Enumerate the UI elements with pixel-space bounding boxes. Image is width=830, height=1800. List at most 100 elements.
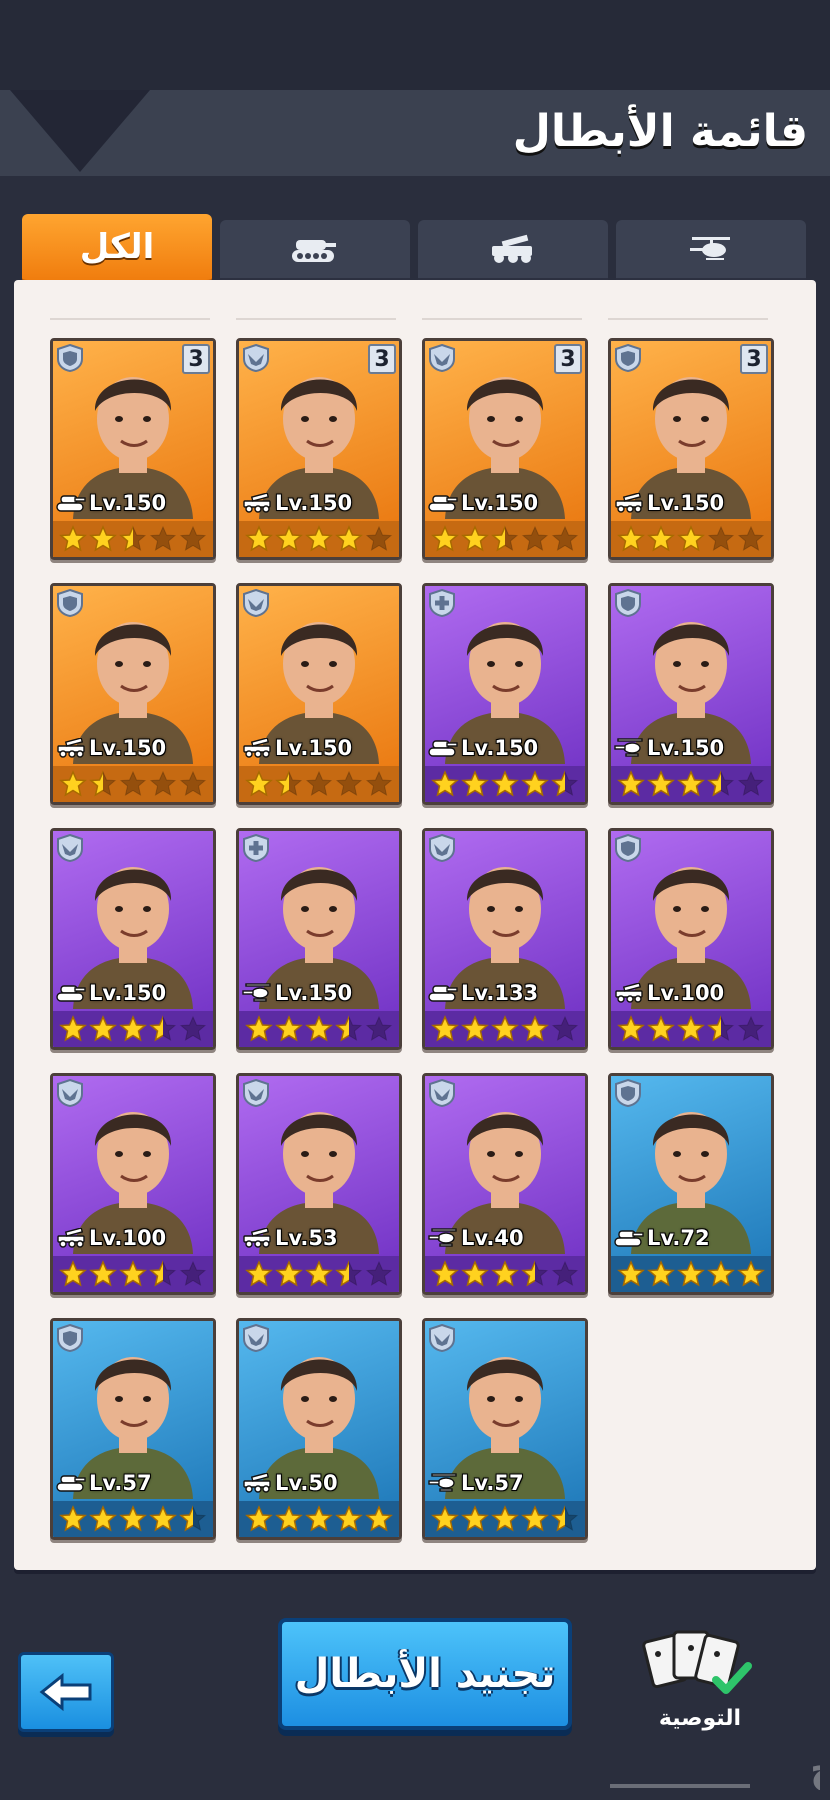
wings-icon [243,1324,269,1352]
tab-all-label: الكل [79,227,155,267]
hero-card[interactable]: Lv.150 [608,583,774,805]
hero-star-rating [53,766,213,802]
star-half-icon [521,1260,549,1287]
hero-level-row: Lv.57 [428,1469,524,1497]
star-full-icon [245,1505,273,1532]
tab-tank[interactable] [220,220,410,282]
hero-card[interactable]: 3 Lv.150 [608,338,774,560]
star-half-icon [551,770,579,797]
star-full-icon [521,1015,549,1042]
hero-level-row: Lv.150 [242,979,352,1007]
star-full-icon [647,770,675,797]
wings-icon [57,834,83,862]
star-full-icon [275,1505,303,1532]
hero-level: Lv.150 [89,981,167,1005]
star-empty-icon [737,770,765,797]
wings-icon [243,1079,269,1107]
hero-level: Lv.150 [89,491,167,515]
watermark-logo: حراج [610,1746,820,1790]
recruit-heroes-button[interactable]: تجنيد الأبطال [278,1618,572,1730]
hero-card[interactable]: Lv.133 [422,828,588,1050]
hero-star-rating [239,1256,399,1292]
helicopter-icon [242,983,271,1002]
star-full-icon [275,1260,303,1287]
back-button[interactable] [18,1652,114,1732]
hero-star-rating [425,1256,585,1292]
hero-card[interactable]: Lv.100 [608,828,774,1050]
filter-tabs: الكل [22,214,814,294]
recommendation-button[interactable]: التوصية [640,1618,760,1738]
hero-card[interactable]: Lv.150 [50,828,216,1050]
star-full-icon [617,525,645,552]
star-full-icon [149,1505,177,1532]
star-full-icon [521,770,549,797]
star-empty-icon [365,525,393,552]
artillery-truck-icon [57,738,85,758]
star-full-icon [677,1015,705,1042]
hero-card[interactable]: 3 Lv.150 [50,338,216,560]
star-full-icon [617,770,645,797]
star-half-icon [335,1015,363,1042]
hero-level-row: Lv.50 [242,1469,338,1497]
star-empty-icon [305,770,333,797]
star-full-icon [461,1260,489,1287]
star-full-icon [677,770,705,797]
page-title: قائمة الأبطال [512,106,808,157]
hero-level: Lv.72 [647,1226,710,1250]
hero-star-rating [53,1256,213,1292]
star-empty-icon [737,525,765,552]
hero-level-row: Lv.150 [56,979,166,1007]
medic-cross-icon [243,834,269,862]
star-full-icon [461,525,489,552]
star-full-icon [431,770,459,797]
hero-card[interactable]: 3 Lv.150 [236,338,402,560]
star-half-icon [707,1015,735,1042]
star-half-icon [335,1260,363,1287]
star-half-icon [149,1015,177,1042]
hero-level-row: Lv.40 [428,1224,524,1252]
star-empty-icon [365,770,393,797]
hero-card[interactable]: Lv.72 [608,1073,774,1295]
tab-all[interactable]: الكل [22,214,212,294]
star-half-icon [179,1505,207,1532]
star-half-icon [89,770,117,797]
hero-star-rating [239,521,399,557]
star-full-icon [305,525,333,552]
hero-card[interactable]: Lv.57 [50,1318,216,1540]
hero-card[interactable]: 3 Lv.150 [422,338,588,560]
hero-card[interactable]: Lv.53 [236,1073,402,1295]
hero-card[interactable]: Lv.150 [236,583,402,805]
hero-count-badge: 3 [740,344,768,374]
star-full-icon [89,1505,117,1532]
tab-artillery[interactable] [418,220,608,282]
hero-level-row: Lv.133 [428,979,538,1007]
shield-icon [615,589,641,617]
hero-card[interactable]: Lv.100 [50,1073,216,1295]
hero-card[interactable]: Lv.50 [236,1318,402,1540]
star-full-icon [461,770,489,797]
hero-card[interactable]: Lv.57 [422,1318,588,1540]
tab-helicopter[interactable] [616,220,806,282]
tank-icon [56,495,86,512]
star-half-icon [149,1260,177,1287]
star-empty-icon [335,770,363,797]
header-decoration [10,90,150,172]
hero-star-rating [611,766,771,802]
artillery-truck-icon [243,1228,271,1248]
hero-level: Lv.100 [647,981,725,1005]
hero-card[interactable]: Lv.150 [50,583,216,805]
shield-icon [615,344,641,372]
tank-icon [56,1475,86,1492]
hero-card[interactable]: Lv.150 [422,583,588,805]
star-full-icon [245,525,273,552]
artillery-truck-icon [57,1228,85,1248]
star-empty-icon [551,525,579,552]
star-full-icon [59,1260,87,1287]
star-full-icon [245,770,273,797]
hero-level: Lv.53 [275,1226,338,1250]
hero-card[interactable]: Lv.150 [236,828,402,1050]
hero-count-badge: 3 [554,344,582,374]
hero-card[interactable]: Lv.40 [422,1073,588,1295]
artillery-truck-icon [243,493,271,513]
hero-level: Lv.57 [461,1471,524,1495]
